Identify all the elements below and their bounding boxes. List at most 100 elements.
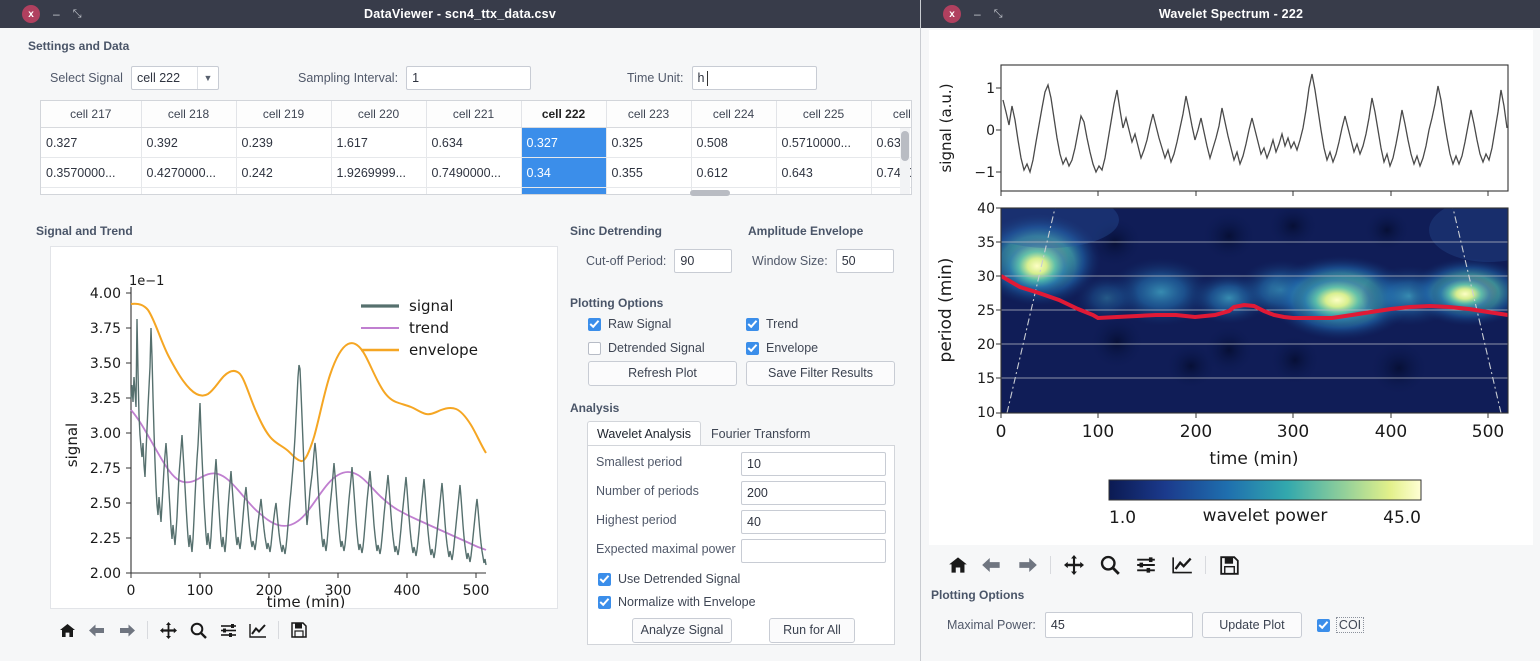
table-cell[interactable]: 0.355 xyxy=(606,157,692,188)
table-row[interactable]: 0.327 0.392 0.239 1.617 0.634 0.327 0.32… xyxy=(41,127,911,158)
column-header[interactable]: cell 219 xyxy=(236,101,332,128)
checkbox-box[interactable] xyxy=(746,317,759,331)
table-cell[interactable]: 0.242 xyxy=(236,157,332,188)
column-header-selected[interactable]: cell 222 xyxy=(521,101,607,128)
table-cell[interactable]: 0.392 xyxy=(141,127,237,158)
column-header[interactable]: cell 223 xyxy=(606,101,692,128)
number-of-periods-input[interactable]: 200 xyxy=(741,481,886,505)
save-floppy-icon[interactable] xyxy=(1211,552,1247,578)
pan-move-icon[interactable] xyxy=(1056,552,1092,578)
checkbox-box[interactable] xyxy=(588,341,601,355)
column-header[interactable]: cell 221 xyxy=(426,101,522,128)
checkbox-box[interactable] xyxy=(1316,618,1330,632)
checkbox-use-detrended-signal[interactable]: Use Detrended Signal xyxy=(598,572,740,586)
close-icon[interactable]: x xyxy=(943,5,961,23)
maximize-icon[interactable]: ⤡ xyxy=(73,8,82,20)
maximal-power-input[interactable]: 45 xyxy=(1044,612,1193,638)
back-arrow-icon[interactable] xyxy=(973,552,1009,578)
run-for-all-button[interactable]: Run for All xyxy=(769,618,855,643)
checkbox-label: Trend xyxy=(766,317,799,331)
column-header[interactable]: cell 220 xyxy=(331,101,427,128)
checkbox-normalize-with-envelope[interactable]: Normalize with Envelope xyxy=(598,595,756,609)
sampling-interval-input[interactable]: 1 xyxy=(406,66,532,90)
pan-move-icon[interactable] xyxy=(153,617,183,643)
save-floppy-icon[interactable] xyxy=(284,617,314,643)
column-header[interactable]: cell 224 xyxy=(691,101,777,128)
time-unit-input[interactable]: h xyxy=(691,66,817,90)
table-cell[interactable]: 0.327 xyxy=(41,127,142,158)
edit-axis-curve-icon[interactable] xyxy=(1164,552,1200,578)
checkbox-box[interactable] xyxy=(598,572,611,586)
checkbox-raw-signal[interactable]: Raw Signal xyxy=(588,317,671,331)
checkbox-box[interactable] xyxy=(588,317,601,331)
column-header[interactable]: cell 225 xyxy=(776,101,872,128)
signal-and-trend-header: Signal and Trend xyxy=(36,224,133,238)
table-cell[interactable]: 0.239 xyxy=(236,127,332,158)
table-cell[interactable]: 0.7490000... xyxy=(426,157,522,188)
edit-axis-curve-icon[interactable] xyxy=(243,617,273,643)
analyze-signal-button[interactable]: Analyze Signal xyxy=(632,618,732,643)
colorbar-label: wavelet power xyxy=(1203,506,1328,526)
checkbox-box[interactable] xyxy=(746,341,759,355)
wavelet-spectrum-plot[interactable]: 1 0 −1 signal (a.u.) 40 35 30 25 20 15 1… xyxy=(929,30,1533,545)
save-filter-results-button[interactable]: Save Filter Results xyxy=(746,361,895,386)
select-signal-dropdown[interactable]: cell 222 ▼ xyxy=(130,66,219,90)
checkbox-coi[interactable]: COI xyxy=(1316,617,1365,633)
checkbox-box[interactable] xyxy=(598,595,611,609)
time-unit-group: Time Unit: h xyxy=(627,66,817,90)
table-cell[interactable]: 1.617 xyxy=(331,127,427,158)
forward-arrow-icon[interactable] xyxy=(1009,552,1045,578)
table-cell[interactable]: 0.325 xyxy=(606,127,692,158)
table-cell[interactable]: 0.3570000... xyxy=(41,157,142,188)
maximize-icon[interactable]: ⤡ xyxy=(994,8,1003,20)
table-cell[interactable]: 0.643 xyxy=(776,157,872,188)
table-cell-selected[interactable]: 0.327 xyxy=(521,127,607,158)
table-horizontal-scrollbar[interactable] xyxy=(40,188,912,197)
checkbox-detrended-signal[interactable]: Detrended Signal xyxy=(588,341,705,355)
column-header[interactable]: cell 217 xyxy=(41,101,142,128)
configure-subplots-icon[interactable] xyxy=(1128,552,1164,578)
highest-period-input[interactable]: 40 xyxy=(741,510,886,534)
tab-wavelet-analysis[interactable]: Wavelet Analysis xyxy=(587,421,702,446)
data-table[interactable]: cell 217 cell 218 cell 219 cell 220 cell… xyxy=(40,100,912,195)
table-cell[interactable]: 0.5710000... xyxy=(776,127,872,158)
refresh-plot-button[interactable]: Refresh Plot xyxy=(588,361,737,386)
forward-arrow-icon[interactable] xyxy=(112,617,142,643)
maximal-power-label: Maximal Power: xyxy=(947,618,1036,632)
home-icon[interactable] xyxy=(943,552,973,578)
table-cell[interactable]: 0.634 xyxy=(426,127,522,158)
checkbox-trend[interactable]: Trend xyxy=(746,317,798,331)
table-vertical-scrollbar[interactable] xyxy=(900,128,910,194)
zoom-magnifier-icon[interactable] xyxy=(183,617,213,643)
update-plot-button[interactable]: Update Plot xyxy=(1201,612,1302,638)
svg-text:100: 100 xyxy=(187,583,214,599)
signal-trend-plot[interactable]: 1e−1 4.00 3.75 3.50 3.25 3.00 2.75 2.50 … xyxy=(50,246,558,609)
home-icon[interactable] xyxy=(52,617,82,643)
x-axis-label: time (min) xyxy=(267,593,346,608)
highest-period-label: Highest period xyxy=(596,513,677,527)
table-cell[interactable]: 0.612 xyxy=(691,157,777,188)
scrollbar-thumb[interactable] xyxy=(901,131,909,161)
expected-maximal-power-input[interactable] xyxy=(741,539,886,563)
column-header[interactable]: cell 218 xyxy=(141,101,237,128)
minimize-icon[interactable]: – xyxy=(53,8,60,20)
window-size-group: Window Size: 50 xyxy=(752,249,894,273)
cutoff-period-input[interactable]: 90 xyxy=(674,249,733,273)
checkbox-envelope[interactable]: Envelope xyxy=(746,341,818,355)
scrollbar-thumb[interactable] xyxy=(690,190,730,196)
table-cell[interactable]: 1.9269999... xyxy=(331,157,427,188)
window-size-input[interactable]: 50 xyxy=(835,249,894,273)
minimize-icon[interactable]: – xyxy=(974,8,981,20)
tab-fourier-transform[interactable]: Fourier Transform xyxy=(701,421,821,446)
configure-subplots-icon[interactable] xyxy=(213,617,243,643)
zoom-magnifier-icon[interactable] xyxy=(1092,552,1128,578)
back-arrow-icon[interactable] xyxy=(82,617,112,643)
table-cell[interactable]: 0.4270000... xyxy=(141,157,237,188)
table-row[interactable]: 0.3570000... 0.4270000... 0.242 1.926999… xyxy=(41,157,911,188)
table-cell[interactable]: 0.508 xyxy=(691,127,777,158)
column-header[interactable]: cell 226 xyxy=(871,101,911,128)
smallest-period-input[interactable]: 10 xyxy=(741,452,886,476)
svg-text:10: 10 xyxy=(977,405,995,421)
table-cell-selected[interactable]: 0.34 xyxy=(521,157,607,188)
close-icon[interactable]: x xyxy=(22,5,40,23)
